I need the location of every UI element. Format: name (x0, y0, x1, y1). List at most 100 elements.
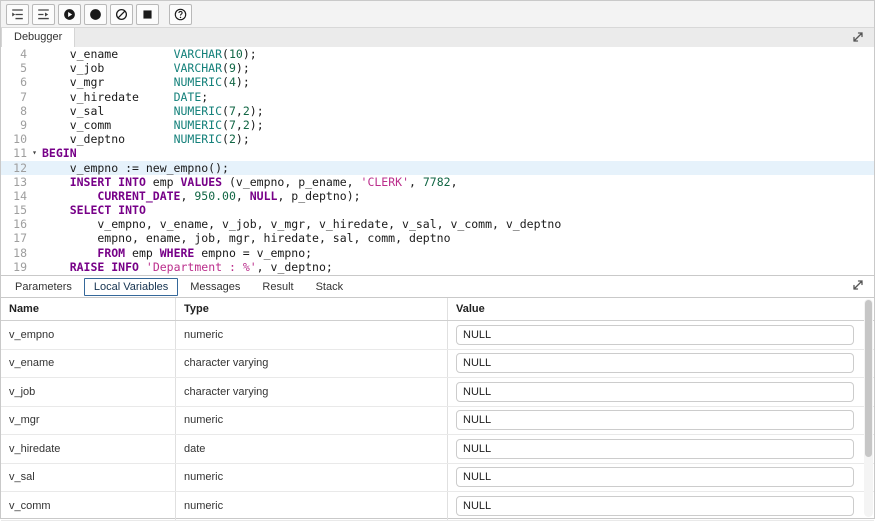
line-number: 14 (1, 189, 27, 203)
line-number: 13 (1, 175, 27, 189)
variable-value-input[interactable] (456, 325, 854, 345)
code-text: v_mgr NUMERIC(4); (42, 75, 250, 89)
code-editor[interactable]: 4 v_ename VARCHAR(10);5 v_job VARCHAR(9)… (1, 47, 874, 276)
variable-name: v_job (1, 378, 176, 406)
code-text: INSERT INTO emp VALUES (v_empno, p_ename… (42, 175, 458, 189)
fold-gutter (27, 175, 42, 189)
panel-scrollbar[interactable] (864, 299, 873, 517)
code-line-9: 9 v_comm NUMERIC(7,2); (1, 118, 874, 132)
variable-row-v_hiredate: v_hiredatedate (1, 435, 874, 464)
continue-icon (63, 8, 76, 21)
variable-value-input[interactable] (456, 382, 854, 402)
tab-local-variables[interactable]: Local Variables (84, 278, 178, 296)
code-text: FROM emp WHERE empno = v_empno; (42, 246, 312, 260)
fold-gutter (27, 61, 42, 75)
tab-debugger[interactable]: Debugger (1, 28, 75, 47)
variable-value-input[interactable] (456, 496, 854, 516)
line-number: 9 (1, 118, 27, 132)
tab-parameters[interactable]: Parameters (5, 278, 82, 296)
line-number: 7 (1, 90, 27, 104)
variable-value-input[interactable] (456, 439, 854, 459)
tab-messages[interactable]: Messages (180, 278, 250, 296)
variable-value-cell (448, 492, 874, 520)
line-number: 5 (1, 61, 27, 75)
variable-value-input[interactable] (456, 353, 854, 373)
line-number: 10 (1, 132, 27, 146)
debug-toolbar (1, 1, 874, 28)
code-text: v_empno := new_empno(); (42, 161, 229, 175)
variable-value-input[interactable] (456, 410, 854, 430)
variables-grid: v_empnonumericv_enamecharacter varyingv_… (1, 321, 874, 521)
line-number: 4 (1, 47, 27, 61)
variable-row-v_comm: v_commnumeric (1, 492, 874, 521)
help-icon (174, 8, 187, 21)
variable-value-cell (448, 378, 874, 406)
variable-name: v_mgr (1, 407, 176, 435)
line-number: 18 (1, 246, 27, 260)
step-into-button[interactable] (6, 4, 29, 25)
variable-value-input[interactable] (456, 467, 854, 487)
maximize-panel-icon[interactable] (851, 278, 866, 293)
fold-gutter (27, 90, 42, 104)
fold-gutter (27, 47, 42, 61)
panel-tabbar: ParametersLocal VariablesMessagesResultS… (1, 276, 874, 298)
variable-row-v_ename: v_enamecharacter varying (1, 350, 874, 379)
code-line-15: 15 SELECT INTO (1, 203, 874, 217)
variable-row-v_sal: v_salnumeric (1, 464, 874, 493)
variable-type: numeric (176, 321, 448, 349)
variable-name: v_comm (1, 492, 176, 520)
line-number: 8 (1, 104, 27, 118)
scrollbar-thumb[interactable] (865, 300, 872, 457)
line-number: 16 (1, 217, 27, 231)
code-line-18: 18 FROM emp WHERE empno = v_empno; (1, 246, 874, 260)
fold-gutter (27, 217, 42, 231)
fold-gutter (27, 75, 42, 89)
step-into-icon (11, 8, 24, 21)
fold-toggle-icon[interactable]: ▾ (27, 146, 42, 160)
line-number: 19 (1, 260, 27, 274)
fold-gutter (27, 132, 42, 146)
step-over-button[interactable] (32, 4, 55, 25)
code-line-5: 5 v_job VARCHAR(9); (1, 61, 874, 75)
column-header-name: Name (1, 298, 176, 320)
fold-gutter (27, 260, 42, 274)
code-line-17: 17 empno, ename, job, mgr, hiredate, sal… (1, 231, 874, 245)
variable-row-v_empno: v_empnonumeric (1, 321, 874, 350)
tab-stack[interactable]: Stack (306, 278, 354, 296)
code-text: v_ename VARCHAR(10); (42, 47, 257, 61)
variable-value-cell (448, 407, 874, 435)
maximize-editor-icon[interactable] (851, 30, 866, 45)
editor-tabbar: Debugger (1, 28, 874, 47)
tab-result[interactable]: Result (252, 278, 303, 296)
variable-value-cell (448, 350, 874, 378)
step-over-icon (37, 8, 50, 21)
help-button[interactable] (169, 4, 192, 25)
code-text: empno, ename, job, mgr, hiredate, sal, c… (42, 231, 451, 245)
code-text: RAISE INFO 'Department : %', v_deptno; (42, 260, 333, 274)
code-text: CURRENT_DATE, 950.00, NULL, p_deptno); (42, 189, 361, 203)
code-line-8: 8 v_sal NUMERIC(7,2); (1, 104, 874, 118)
line-number: 15 (1, 203, 27, 217)
code-text: SELECT INTO (42, 203, 146, 217)
column-header-type: Type (176, 298, 448, 320)
code-line-19: 19 RAISE INFO 'Department : %', v_deptno… (1, 260, 874, 274)
line-number: 6 (1, 75, 27, 89)
clear-breakpoints-icon (115, 8, 128, 21)
continue-button[interactable] (58, 4, 81, 25)
code-line-13: 13 INSERT INTO emp VALUES (v_empno, p_en… (1, 175, 874, 189)
fold-gutter (27, 161, 42, 175)
variable-name: v_empno (1, 321, 176, 349)
variable-type: date (176, 435, 448, 463)
variable-name: v_sal (1, 464, 176, 492)
toggle-breakpoint-button[interactable] (84, 4, 107, 25)
code-line-4: 4 v_ename VARCHAR(10); (1, 47, 874, 61)
code-line-14: 14 CURRENT_DATE, 950.00, NULL, p_deptno)… (1, 189, 874, 203)
stop-button[interactable] (136, 4, 159, 25)
debugger-panel: ParametersLocal VariablesMessagesResultS… (1, 276, 874, 518)
code-line-12: 12 v_empno := new_empno(); (1, 161, 874, 175)
line-number: 12 (1, 161, 27, 175)
line-number: 17 (1, 231, 27, 245)
fold-gutter (27, 118, 42, 132)
breakpoint-icon (89, 8, 102, 21)
clear-breakpoints-button[interactable] (110, 4, 133, 25)
